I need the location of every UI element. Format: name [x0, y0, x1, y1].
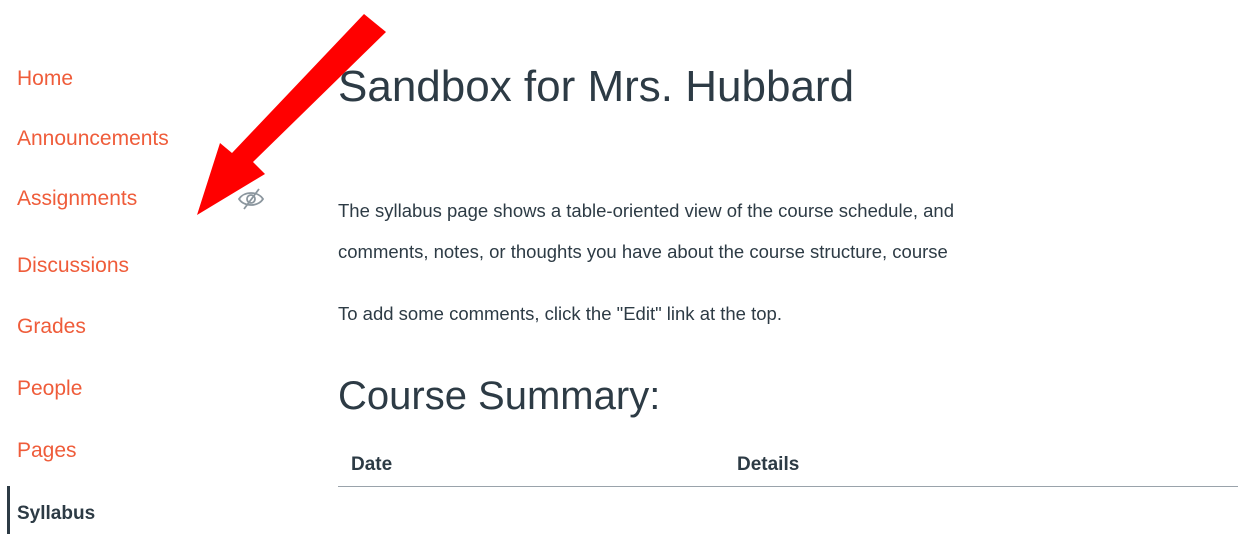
course-summary-heading: Course Summary:: [338, 374, 661, 418]
page-title: Sandbox for Mrs. Hubbard: [338, 62, 855, 111]
page: Home Announcements Assignments Discussio…: [0, 0, 1238, 534]
syllabus-description-line-2: comments, notes, or thoughts you have ab…: [338, 241, 948, 262]
eye-slash-icon: [236, 186, 266, 212]
nav-item-assignments[interactable]: Assignments: [17, 187, 137, 211]
nav-item-announcements[interactable]: Announcements: [17, 127, 169, 151]
nav-item-grades[interactable]: Grades: [17, 315, 86, 339]
syllabus-edit-hint: To add some comments, click the "Edit" l…: [338, 303, 782, 324]
nav-item-syllabus[interactable]: Syllabus: [17, 503, 95, 525]
course-navigation: Home Announcements Assignments Discussio…: [0, 0, 265, 534]
column-header-date: Date: [351, 454, 393, 475]
nav-item-people[interactable]: People: [17, 377, 82, 401]
course-summary-table-header: Date Details: [338, 450, 1238, 487]
nav-item-pages[interactable]: Pages: [17, 439, 77, 463]
nav-item-discussions[interactable]: Discussions: [17, 254, 129, 278]
column-header-details: Details: [737, 454, 800, 475]
active-item-indicator: [7, 486, 10, 534]
nav-item-home[interactable]: Home: [17, 67, 73, 91]
syllabus-description-line-1: The syllabus page shows a table-oriented…: [338, 200, 955, 221]
